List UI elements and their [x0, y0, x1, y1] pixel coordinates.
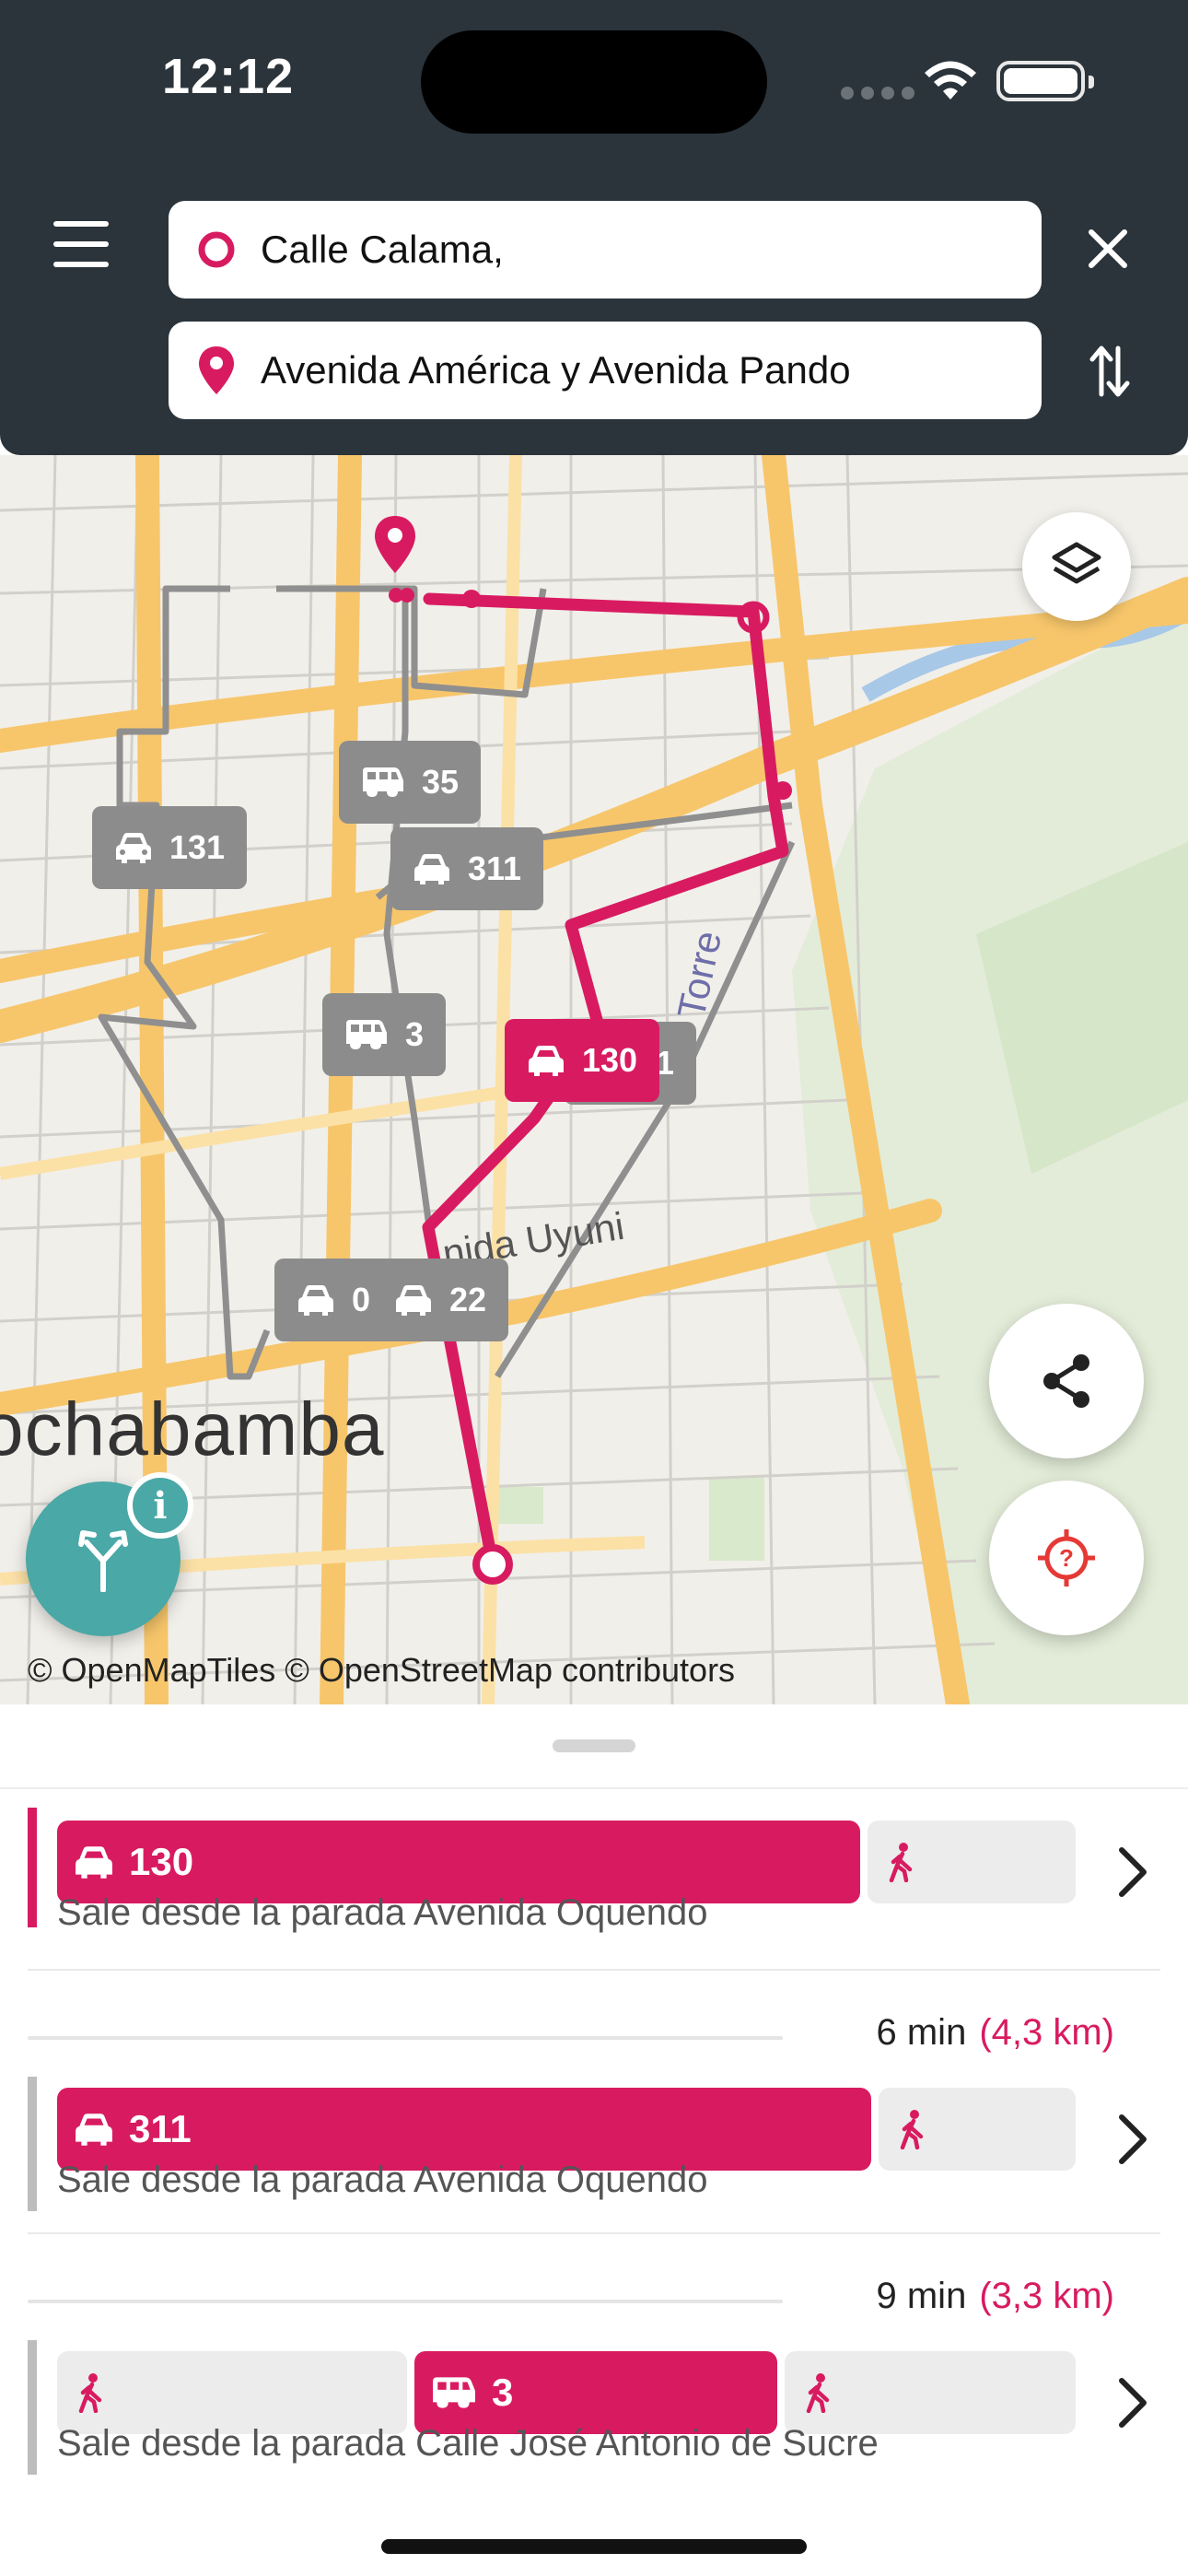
route-badge-35[interactable]: 35: [339, 741, 482, 824]
destination-value: Avenida América y Avenida Pando: [261, 348, 851, 392]
cellular-signal-icon: [841, 87, 914, 100]
walk-segment: [879, 2088, 1076, 2171]
sheet-drag-handle[interactable]: [553, 1739, 635, 1752]
route-badge-22[interactable]: 22: [372, 1259, 509, 1341]
destination-pin-icon: [199, 346, 234, 394]
map-attribution: © OpenMapTiles © OpenStreetMap contribut…: [28, 1651, 736, 1689]
map-view[interactable]: nida Uyuni Torre 131 35 311 3 31 130 01 …: [0, 455, 1188, 1704]
close-icon[interactable]: [1082, 221, 1134, 276]
route-distance: (4,3 km): [979, 2012, 1114, 2053]
route-header-line: [28, 2036, 783, 2040]
fork-arrows-icon: [78, 1530, 128, 1592]
locate-me-button[interactable]: ?: [989, 1481, 1144, 1635]
svg-text:?: ?: [1059, 1544, 1074, 1572]
location-unknown-icon: ?: [1038, 1529, 1095, 1587]
home-indicator[interactable]: [381, 2539, 807, 2554]
route-meta: 9 min (3,3 km): [877, 2276, 1115, 2317]
taxi-icon: [414, 854, 449, 884]
city-label: ochabamba: [0, 1388, 385, 1471]
route-option-1[interactable]: 130 Sale desde la parada Avenida Oquendo: [28, 1808, 1160, 1933]
route-meta: 6 min (4,3 km): [877, 2012, 1115, 2054]
route-header-line: [28, 2300, 783, 2303]
origin-circle-icon: [198, 231, 235, 268]
walk-segment: [785, 2351, 1076, 2434]
chevron-right-icon[interactable]: [1105, 2102, 1160, 2176]
route-badge-131[interactable]: 131: [92, 806, 248, 889]
route-badge-3[interactable]: 3: [322, 993, 447, 1076]
walking-person-icon: [806, 2373, 830, 2413]
route-badge-311[interactable]: 311: [390, 827, 544, 910]
info-badge[interactable]: i: [127, 1472, 193, 1539]
taxi-icon: [76, 2113, 112, 2146]
destination-marker-icon: [375, 516, 415, 573]
walk-segment: [57, 2351, 407, 2434]
route-time: 9 min: [876, 2276, 967, 2316]
route-time: 6 min: [876, 2012, 967, 2053]
row-divider: [28, 2232, 1160, 2234]
destination-field[interactable]: Avenida América y Avenida Pando: [169, 322, 1042, 419]
walking-person-icon: [900, 2110, 924, 2149]
route-badge-label: 311: [468, 849, 522, 887]
taxi-icon: [529, 1046, 564, 1076]
origin-value: Calle Calama,: [261, 228, 504, 271]
menu-button[interactable]: [53, 221, 109, 267]
route-selected-bar: [28, 1808, 37, 1927]
taxi-icon: [298, 1285, 333, 1316]
route-badge-label: 35: [422, 763, 460, 801]
route-description: Sale desde la parada Avenida Oquendo: [57, 1892, 708, 1933]
ride-line-label: 130: [129, 1840, 194, 1883]
route-bar: [28, 2340, 37, 2475]
wifi-icon: [925, 61, 976, 100]
route-description: Sale desde la parada Calle José Antonio …: [57, 2423, 879, 2464]
taxi-icon: [116, 833, 151, 863]
route-badge-label: 131: [169, 828, 226, 866]
route-badge-label: 130: [582, 1041, 638, 1079]
taxi-icon: [396, 1285, 431, 1316]
row-divider: [28, 1969, 1160, 1971]
ride-line-label: 3: [492, 2371, 514, 2414]
chevron-right-icon[interactable]: [1105, 2366, 1160, 2440]
layers-button[interactable]: [1022, 512, 1131, 621]
swap-direction-icon[interactable]: [1087, 341, 1133, 402]
walk-segment: [868, 1821, 1076, 1903]
route-option-3[interactable]: 9 min (3,3 km) 3 Sale desde la parada Ca…: [28, 2276, 1160, 2475]
route-badge-130-active[interactable]: 130: [505, 1019, 660, 1102]
chevron-right-icon[interactable]: [1105, 1835, 1160, 1909]
status-time: 12:12: [162, 49, 295, 104]
battery-icon: [996, 61, 1094, 101]
route-segments: 130: [57, 1821, 1107, 1903]
top-header: 12:12 Calle Calama, Avenida América y Av…: [0, 0, 1188, 455]
sheet-divider: [0, 1787, 1188, 1789]
taxi-icon: [76, 1846, 112, 1879]
bus-icon: [433, 2377, 475, 2408]
route-segments: 311: [57, 2088, 1107, 2171]
dynamic-island: [421, 30, 767, 134]
ride-segment: 130: [57, 1821, 860, 1903]
bus-icon: [346, 1020, 387, 1049]
share-icon: [1043, 1354, 1089, 1408]
share-button[interactable]: [989, 1304, 1144, 1458]
route-badge-label: 22: [449, 1281, 487, 1318]
route-description: Sale desde la parada Avenida Oquendo: [57, 2160, 708, 2200]
layers-icon: [1052, 542, 1101, 584]
route-option-2[interactable]: 6 min (4,3 km) 311 Sale desde la parada …: [28, 2012, 1160, 2211]
origin-field[interactable]: Calle Calama,: [169, 201, 1042, 299]
ride-segment: 311: [57, 2088, 871, 2171]
route-badge-label: 3: [405, 1015, 425, 1053]
ride-segment: 3: [414, 2351, 777, 2434]
walking-person-icon: [78, 2373, 102, 2413]
bus-icon: [363, 767, 403, 797]
routes-sheet: 130 Sale desde la parada Avenida Oquendo…: [0, 1704, 1188, 2576]
route-segments: 3: [57, 2351, 1107, 2434]
ride-line-label: 311: [129, 2107, 192, 2150]
route-bar: [28, 2077, 37, 2211]
route-distance: (3,3 km): [979, 2276, 1114, 2316]
walking-person-icon: [889, 1843, 913, 1882]
